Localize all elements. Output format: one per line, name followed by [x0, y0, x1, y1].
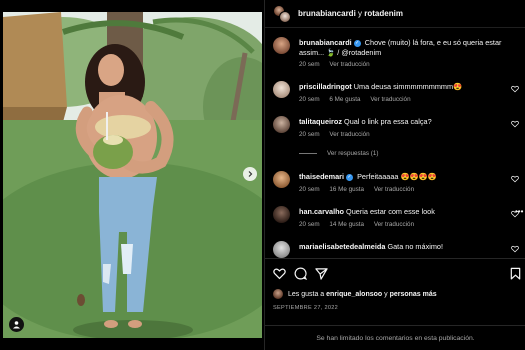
heart-icon[interactable] [511, 85, 519, 93]
comment-body: Gata no máximo! [387, 242, 443, 251]
bookmark-icon[interactable] [509, 267, 522, 280]
divider [299, 153, 317, 154]
comment-icon[interactable] [294, 267, 307, 280]
heart-icon[interactable] [511, 120, 519, 128]
post-photo[interactable] [3, 12, 262, 338]
comment-time: 20 sem [299, 131, 320, 138]
likes-summary: Les gusta a enrique_alonsoo y personas m… [273, 289, 437, 299]
comment-text: mariaelisabetedealmeida Gata no máximo! [299, 242, 504, 252]
post-actions [265, 258, 525, 286]
comment-text: priscilladringot Uma deusa simmmmmmmmm😍 [299, 82, 504, 92]
tagged-users-button[interactable] [9, 317, 24, 332]
translate-link[interactable]: Ver traducción [374, 186, 414, 193]
comment-text: brunabiancardi ✓ Chove (muito) lá fora, e… [299, 38, 504, 58]
avatar[interactable] [273, 206, 290, 223]
comment-time: 20 sem [299, 186, 320, 193]
post-media-pane [0, 0, 264, 350]
avatar[interactable] [273, 81, 290, 98]
comment-meta: 20 sem 16 Me gusta Ver traducción [299, 186, 422, 193]
liker-username[interactable]: enrique_alonsoo [326, 291, 382, 298]
user-tag-icon [13, 321, 20, 329]
next-photo-button[interactable] [243, 167, 257, 181]
verified-badge-icon: ✓ [346, 173, 354, 181]
chevron-right-icon [248, 171, 253, 177]
comment-username[interactable]: priscilladringot [299, 82, 352, 91]
author-link[interactable]: rotadenim [364, 9, 403, 18]
comment-username[interactable]: brunabiancardi [299, 38, 352, 47]
photo-illustration [3, 12, 262, 338]
comment-meta: 20 sem Ver traducción [299, 61, 378, 68]
comment-text: han.carvalho Queria estar com esse look [299, 207, 504, 217]
post-header: brunabiancardi y rotadenim [265, 0, 525, 28]
comment-likes[interactable]: 6 Me gusta [329, 96, 360, 103]
view-replies-button[interactable]: Ver respuestas (1) [299, 150, 378, 157]
heart-icon[interactable] [511, 245, 519, 253]
avatar[interactable] [273, 37, 290, 54]
translate-link[interactable]: Ver traducción [370, 96, 410, 103]
more-options-icon[interactable]: ••• [515, 207, 523, 216]
post-date: SEPTIEMBRE 27, 2022 [273, 305, 339, 311]
verified-badge-icon: ✓ [353, 39, 361, 47]
comment-meta: 20 sem Ver traducción [299, 131, 378, 138]
share-icon[interactable] [315, 267, 328, 280]
translate-link[interactable]: Ver traducción [374, 221, 414, 228]
likes-others-link[interactable]: personas más [390, 291, 437, 298]
comment-body: Perfeitaaaaa 😍😍😍😍 [357, 172, 437, 181]
comment-username[interactable]: mariaelisabetedealmeida [299, 242, 385, 251]
comment-text: talitaqueiroz Qual o link pra essa calça… [299, 117, 504, 127]
heart-icon[interactable] [511, 175, 519, 183]
comment-meta: 20 sem 14 Me gusta Ver traducción [299, 221, 422, 228]
comment-time: 20 sem [299, 96, 320, 103]
collab-avatars[interactable] [273, 4, 291, 23]
likes-prefix: Les gusta a [288, 290, 325, 298]
comment-username[interactable]: thaisedemari [299, 172, 344, 181]
comments-limited-notice: Se han limitado los comentarios en esta … [265, 325, 525, 350]
comment-time: 20 sem [299, 61, 320, 68]
comment-time: 20 sem [299, 221, 320, 228]
comment-likes[interactable]: 14 Me gusta [329, 221, 364, 228]
avatar[interactable] [273, 116, 290, 133]
comment-body: Qual o link pra essa calça? [344, 117, 432, 126]
comment-text: thaisedemari ✓ Perfeitaaaaa 😍😍😍😍 [299, 172, 504, 182]
post-authors: brunabiancardi y rotadenim [298, 9, 403, 18]
author-conjunction: y [358, 9, 363, 18]
comment-body: Uma deusa simmmmmmmmm😍 [353, 82, 463, 91]
avatar[interactable] [273, 241, 290, 258]
author-link[interactable]: brunabiancardi [298, 9, 356, 18]
post-side-panel: brunabiancardi y rotadenim brunabiancard… [264, 0, 525, 350]
avatar [273, 289, 283, 299]
comment-username[interactable]: talitaqueiroz [299, 117, 342, 126]
translate-link[interactable]: Ver traducción [329, 131, 369, 138]
avatar[interactable] [273, 171, 290, 188]
comment-username[interactable]: han.carvalho [299, 207, 344, 216]
comment-body: Queria estar com esse look [346, 207, 435, 216]
view-replies-label: Ver respuestas (1) [327, 150, 379, 157]
comment-meta: 20 sem 6 Me gusta Ver traducción [299, 96, 419, 103]
comment-likes[interactable]: 16 Me gusta [329, 186, 364, 193]
translate-link[interactable]: Ver traducción [329, 61, 369, 68]
heart-icon[interactable] [273, 267, 286, 280]
likes-conjunction: y [384, 290, 388, 298]
avatar [279, 10, 291, 23]
